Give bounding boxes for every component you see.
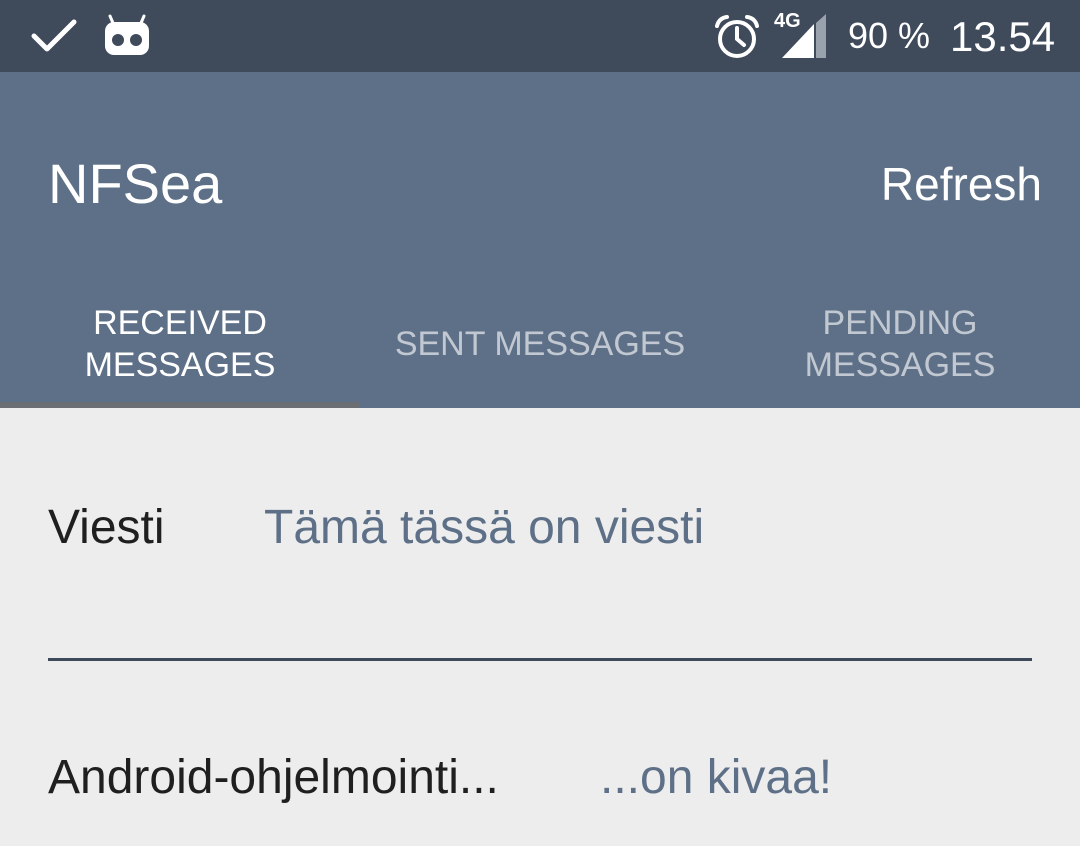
tab-received-messages[interactable]: RECEIVED MESSAGES <box>0 280 360 408</box>
signal-4g-icon: 4G <box>772 10 828 60</box>
cyanogen-bot-icon <box>105 14 149 55</box>
tab-pending-messages[interactable]: PENDING MESSAGES <box>720 280 1080 408</box>
check-icon <box>31 19 77 52</box>
message-list: Viesti Tämä tässä on viesti Android-ohje… <box>0 408 1080 846</box>
message-title: Viesti <box>48 501 165 554</box>
status-bar: 4G 90 % 13.54 <box>0 0 1080 72</box>
network-type-label: 4G <box>774 10 801 32</box>
message-text: ...on kivaa! <box>600 751 833 804</box>
app-bar: NFSea Refresh RECEIVED MESSAGES SENT MES… <box>0 72 1080 408</box>
alarm-clock-icon <box>715 15 759 58</box>
message-title: Android-ohjelmointi... <box>48 751 499 804</box>
battery-percentage: 90 % <box>848 15 931 56</box>
clock: 13.54 <box>950 13 1056 60</box>
tab-label: PENDING MESSAGES <box>804 304 996 384</box>
list-item[interactable]: Viesti Tämä tässä on viesti <box>48 498 1032 661</box>
list-item[interactable]: Android-ohjelmointi... ...on kivaa! <box>48 748 1032 838</box>
tab-bar: RECEIVED MESSAGES SENT MESSAGES PENDING … <box>0 280 1080 408</box>
tab-label: RECEIVED MESSAGES <box>84 304 276 384</box>
tab-label: SENT MESSAGES <box>394 325 686 363</box>
app-title: NFSea <box>48 152 223 215</box>
message-text: Tämä tässä on viesti <box>264 501 705 554</box>
tab-sent-messages[interactable]: SENT MESSAGES <box>360 280 720 408</box>
refresh-button[interactable]: Refresh <box>881 156 1042 212</box>
